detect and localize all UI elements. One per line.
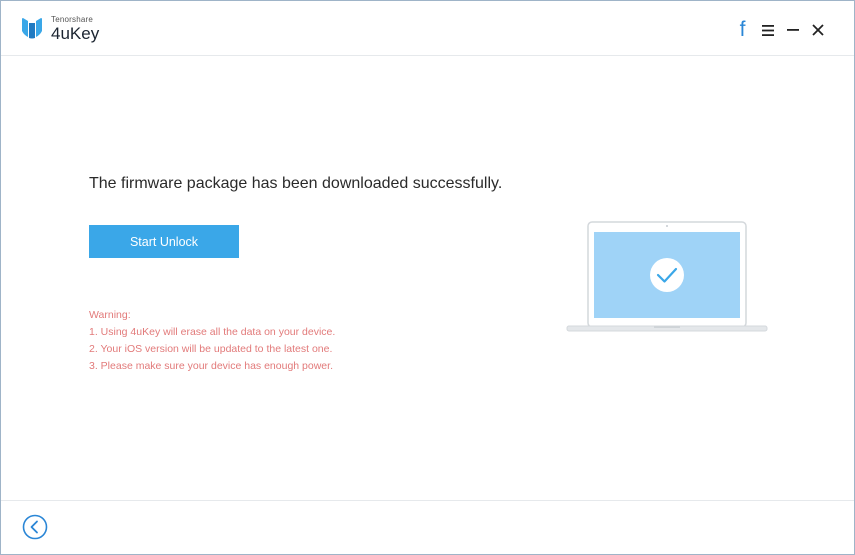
title-bar: Tenorshare 4uKey f bbox=[1, 1, 854, 56]
warning-item: 1. Using 4uKey will erase all the data o… bbox=[89, 326, 336, 338]
close-button[interactable] bbox=[805, 19, 830, 41]
warning-block: Warning: 1. Using 4uKey will erase all t… bbox=[89, 307, 335, 375]
tenorshare-logo-icon bbox=[22, 18, 42, 39]
status-message: The firmware package has been downloaded… bbox=[89, 175, 503, 192]
back-arrow-icon[interactable] bbox=[22, 514, 48, 540]
warning-item: 2. Your iOS version will be updated to t… bbox=[89, 343, 333, 355]
laptop-success-illustration bbox=[566, 221, 768, 332]
app-window: Tenorshare 4uKey f The firmware package … bbox=[0, 0, 855, 555]
close-icon bbox=[811, 24, 824, 36]
window-controls: f bbox=[730, 19, 830, 41]
menu-button[interactable] bbox=[755, 19, 780, 41]
menu-icon bbox=[761, 24, 774, 36]
warning-item: 3. Please make sure your device has enou… bbox=[89, 360, 333, 372]
start-unlock-button[interactable]: Start Unlock bbox=[89, 225, 239, 258]
main-content: The firmware package has been downloaded… bbox=[1, 56, 854, 501]
footer-bar bbox=[1, 500, 854, 554]
facebook-icon: f bbox=[739, 18, 746, 41]
app-name: 4uKey bbox=[51, 24, 100, 43]
minimize-icon bbox=[786, 29, 799, 31]
checkmark-icon bbox=[650, 258, 684, 292]
app-brand: Tenorshare 4uKey bbox=[51, 15, 99, 43]
facebook-button[interactable]: f bbox=[730, 19, 755, 41]
warning-title: Warning: bbox=[89, 309, 131, 321]
minimize-button[interactable] bbox=[780, 19, 805, 41]
